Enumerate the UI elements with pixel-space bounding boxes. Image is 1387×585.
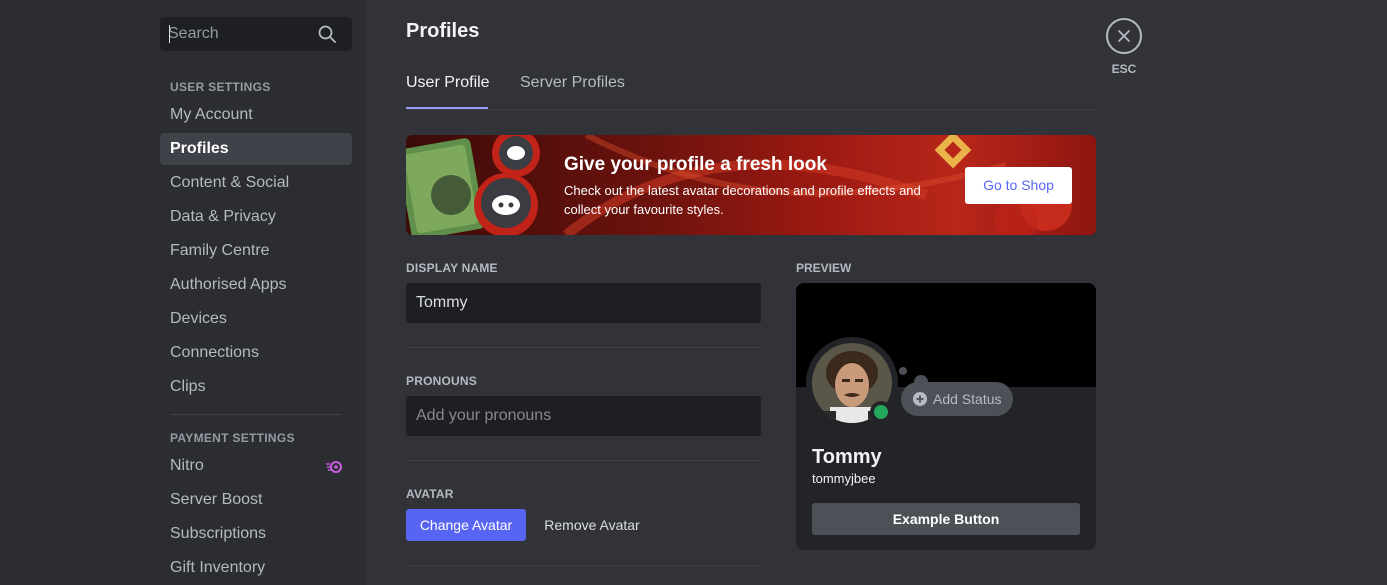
search-icon[interactable] [318, 25, 336, 43]
page-title: Profiles [406, 20, 480, 42]
banner-description: Check out the latest avatar decorations … [564, 183, 921, 217]
online-status-icon [874, 405, 888, 419]
add-status-button[interactable]: Add Status [901, 382, 1013, 416]
pronouns-label: PRONOUNS [406, 374, 477, 388]
tab-user-profile[interactable]: User Profile [406, 73, 490, 93]
remove-avatar-button[interactable]: Remove Avatar [538, 509, 646, 541]
sidebar-divider [170, 414, 342, 415]
sidebar-item-family-centre[interactable]: Family Centre [160, 235, 352, 267]
sidebar-item-subscriptions[interactable]: Subscriptions [160, 518, 352, 550]
sidebar-item-authorised-apps[interactable]: Authorised Apps [160, 269, 352, 301]
payment-settings-header: PAYMENT SETTINGS [170, 431, 295, 445]
banner-title: Give your profile a fresh look [564, 154, 827, 175]
search-input[interactable] [168, 24, 308, 44]
user-settings-header: USER SETTINGS [170, 80, 271, 94]
thought-bubble-small [899, 367, 907, 375]
sidebar-item-profiles[interactable]: Profiles [160, 133, 352, 165]
form-divider [406, 565, 761, 566]
preview-label: PREVIEW [796, 261, 852, 275]
sidebar-item-nitro[interactable]: Nitro [160, 450, 352, 482]
sidebar-item-connections[interactable]: Connections [160, 337, 352, 369]
sidebar-item-content-social[interactable]: Content & Social [160, 167, 352, 199]
search-box[interactable] [160, 17, 352, 51]
example-button[interactable]: Example Button [812, 503, 1080, 535]
sidebar-item-server-boost[interactable]: Server Boost [160, 484, 352, 516]
pronouns-input[interactable] [406, 396, 761, 436]
nitro-icon [326, 461, 342, 473]
close-button[interactable] [1106, 18, 1142, 54]
go-to-shop-button[interactable]: Go to Shop [965, 167, 1072, 204]
close-icon [1118, 30, 1130, 42]
preview-display-name: Tommy [812, 446, 882, 468]
sidebar-item-gift-inventory[interactable]: Gift Inventory [160, 552, 352, 584]
sidebar-item-devices[interactable]: Devices [160, 303, 352, 335]
profile-preview-card: Add Status Tommy tommyjbee Example Butto… [796, 283, 1096, 550]
form-divider [406, 460, 761, 461]
add-icon [913, 392, 927, 406]
tabs-divider [406, 109, 1096, 110]
change-avatar-button[interactable]: Change Avatar [406, 509, 526, 541]
sidebar-item-clips[interactable]: Clips [160, 371, 352, 403]
tab-server-profiles[interactable]: Server Profiles [520, 73, 625, 93]
display-name-input[interactable] [406, 283, 761, 323]
form-divider [406, 347, 761, 348]
add-status-label: Add Status [933, 391, 1002, 407]
sidebar-item-my-account[interactable]: My Account [160, 99, 352, 131]
preview-username: tommyjbee [812, 471, 876, 486]
sidebar-item-data-privacy[interactable]: Data & Privacy [160, 201, 352, 233]
display-name-label: DISPLAY NAME [406, 261, 498, 275]
text-caret [169, 25, 170, 43]
esc-label: ESC [1111, 62, 1137, 76]
avatar-label: AVATAR [406, 487, 454, 501]
